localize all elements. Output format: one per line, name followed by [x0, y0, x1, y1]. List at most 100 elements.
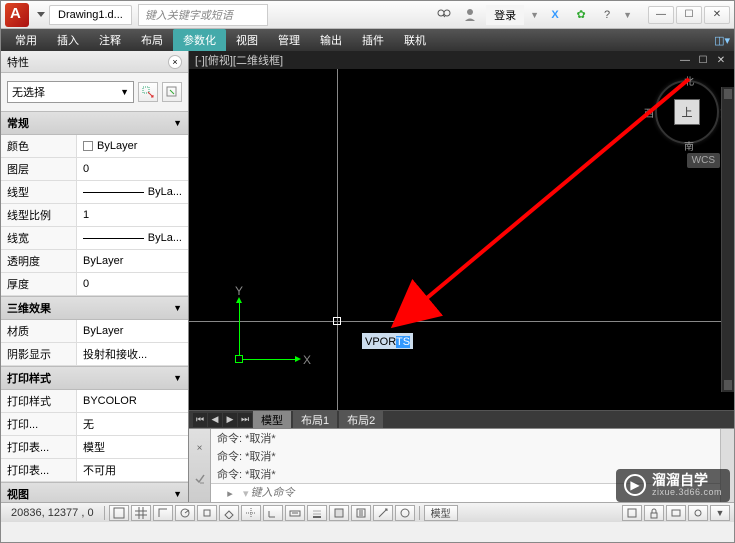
- viewcube-top-face[interactable]: 上: [674, 99, 700, 125]
- palette-title: 特性: [7, 54, 29, 70]
- layout-tab-1[interactable]: 布局1: [293, 411, 337, 429]
- canvas-scrollbar-vertical[interactable]: [721, 87, 734, 392]
- cmd-options-icon[interactable]: [194, 473, 206, 488]
- title-bar: Drawing1.d... 键入关键字或短语 登录 ▼ X ✿ ? ▼ — ☐ …: [1, 1, 734, 29]
- drawing-area: [-][俯视][二维线框] — ☐ ✕ Y X VPORTS 上: [189, 51, 734, 502]
- window-close-button[interactable]: ✕: [704, 6, 730, 24]
- layout-nav-first[interactable]: ⏮: [193, 413, 207, 427]
- viewport-maximize-button[interactable]: ☐: [696, 53, 710, 67]
- app-logo[interactable]: [5, 3, 29, 27]
- status-osnap-button[interactable]: [197, 505, 217, 521]
- ribbon-tab-layout[interactable]: 布局: [131, 29, 173, 51]
- status-otrack-button[interactable]: [241, 505, 261, 521]
- status-lock-button[interactable]: [644, 505, 664, 521]
- app-menu-dropdown-icon[interactable]: [37, 12, 45, 17]
- subscription-icon[interactable]: ✿: [571, 5, 591, 25]
- property-row[interactable]: 打印样式BYCOLOR: [1, 390, 188, 413]
- ribbon-tab-manage[interactable]: 管理: [268, 29, 310, 51]
- property-row[interactable]: 厚度0: [1, 273, 188, 296]
- status-clean-button[interactable]: ▼: [710, 505, 730, 521]
- property-row[interactable]: 材质ByLayer: [1, 320, 188, 343]
- command-input[interactable]: [249, 485, 714, 501]
- status-model-button[interactable]: 模型: [424, 505, 458, 521]
- layout-tab-model[interactable]: 模型: [253, 411, 291, 429]
- select-objects-button[interactable]: [162, 82, 182, 102]
- quick-select-button[interactable]: [138, 82, 158, 102]
- document-tab[interactable]: Drawing1.d...: [49, 5, 132, 25]
- property-row[interactable]: 打印表...模型: [1, 436, 188, 459]
- cmd-close-icon[interactable]: ×: [197, 443, 203, 454]
- help-dropdown-icon[interactable]: ▼: [623, 10, 632, 20]
- crosshair-horizontal: [189, 321, 734, 322]
- property-row[interactable]: 阴影显示投射和接收...: [1, 343, 188, 366]
- cursor-pickbox: [333, 317, 341, 325]
- status-tpy-button[interactable]: [329, 505, 349, 521]
- property-row[interactable]: 打印...无: [1, 413, 188, 436]
- ribbon-tab-online[interactable]: 联机: [394, 29, 436, 51]
- status-lwt-button[interactable]: [307, 505, 327, 521]
- exchange-icon[interactable]: X: [545, 5, 565, 25]
- selection-filter-dropdown[interactable]: 无选择 ▼: [7, 81, 134, 103]
- view-cube[interactable]: 上 北 南 东 西: [652, 77, 722, 147]
- help-icon[interactable]: ?: [597, 5, 617, 25]
- layout-nav-prev[interactable]: ◀: [208, 413, 222, 427]
- layout-nav-last[interactable]: ⏭: [238, 413, 252, 427]
- status-coordinates[interactable]: 20836, 12377 , 0: [5, 507, 100, 519]
- status-3dosnap-button[interactable]: [219, 505, 239, 521]
- status-snap-button[interactable]: [109, 505, 129, 521]
- layout-tab-2[interactable]: 布局2: [339, 411, 383, 429]
- dropdown-icon: ▼: [120, 87, 129, 97]
- ribbon-tab-insert[interactable]: 插入: [47, 29, 89, 51]
- command-resize-handle[interactable]: [720, 429, 734, 502]
- viewport-label[interactable]: [-][俯视][二维线框]: [195, 52, 283, 68]
- ribbon-tab-home[interactable]: 常用: [5, 29, 47, 51]
- drawing-canvas[interactable]: Y X VPORTS 上 北 南 东 西 WCS: [189, 69, 734, 410]
- property-row[interactable]: 线型ByLa...: [1, 181, 188, 204]
- ribbon-panel-toggle-icon[interactable]: ◫▾: [714, 34, 730, 47]
- ucs-y-label: Y: [235, 284, 243, 298]
- property-section-header[interactable]: 常规▼: [1, 111, 188, 135]
- status-hardware-button[interactable]: [666, 505, 686, 521]
- status-am-button[interactable]: [395, 505, 415, 521]
- status-polar-button[interactable]: [175, 505, 195, 521]
- layout-nav-next[interactable]: ▶: [223, 413, 237, 427]
- ribbon-tab-parametric[interactable]: 参数化: [173, 29, 226, 51]
- property-row[interactable]: 透明度ByLayer: [1, 250, 188, 273]
- wcs-badge[interactable]: WCS: [687, 153, 720, 168]
- dynamic-input-tooltip[interactable]: VPORTS: [361, 332, 414, 350]
- property-section-header[interactable]: 视图▼: [1, 482, 188, 502]
- status-sc-button[interactable]: [373, 505, 393, 521]
- property-row[interactable]: 图层0: [1, 158, 188, 181]
- status-grid-button[interactable]: [131, 505, 151, 521]
- ribbon-tab-view[interactable]: 视图: [226, 29, 268, 51]
- property-section-header[interactable]: 打印样式▼: [1, 366, 188, 390]
- help-search-input[interactable]: 键入关键字或短语: [138, 4, 268, 26]
- viewport-close-button[interactable]: ✕: [714, 53, 728, 67]
- login-dropdown-icon[interactable]: ▼: [530, 10, 539, 20]
- status-dyn-button[interactable]: [285, 505, 305, 521]
- status-isolate-button[interactable]: [688, 505, 708, 521]
- window-maximize-button[interactable]: ☐: [676, 6, 702, 24]
- ribbon-tab-plugins[interactable]: 插件: [352, 29, 394, 51]
- property-row[interactable]: 打印表...不可用: [1, 459, 188, 482]
- status-workspace-button[interactable]: [622, 505, 642, 521]
- search-icon[interactable]: [434, 5, 454, 25]
- palette-header[interactable]: 特性 ×: [1, 51, 188, 73]
- palette-close-button[interactable]: ×: [168, 55, 182, 69]
- ribbon-tab-annotate[interactable]: 注释: [89, 29, 131, 51]
- compass-north: 北: [684, 73, 694, 88]
- window-minimize-button[interactable]: —: [648, 6, 674, 24]
- command-history-line: 命令: *取消*: [211, 465, 720, 483]
- ribbon-tab-output[interactable]: 输出: [310, 29, 352, 51]
- property-row[interactable]: 线型比例1: [1, 204, 188, 227]
- property-row[interactable]: 线宽ByLa...: [1, 227, 188, 250]
- viewport-minimize-button[interactable]: —: [678, 53, 692, 67]
- status-qp-button[interactable]: [351, 505, 371, 521]
- selection-filter-value: 无选择: [12, 84, 45, 100]
- property-row[interactable]: 颜色ByLayer: [1, 135, 188, 158]
- status-ducs-button[interactable]: [263, 505, 283, 521]
- status-ortho-button[interactable]: [153, 505, 173, 521]
- login-button[interactable]: 登录: [486, 5, 524, 25]
- compass-west: 西: [644, 105, 654, 120]
- property-section-header[interactable]: 三维效果▼: [1, 296, 188, 320]
